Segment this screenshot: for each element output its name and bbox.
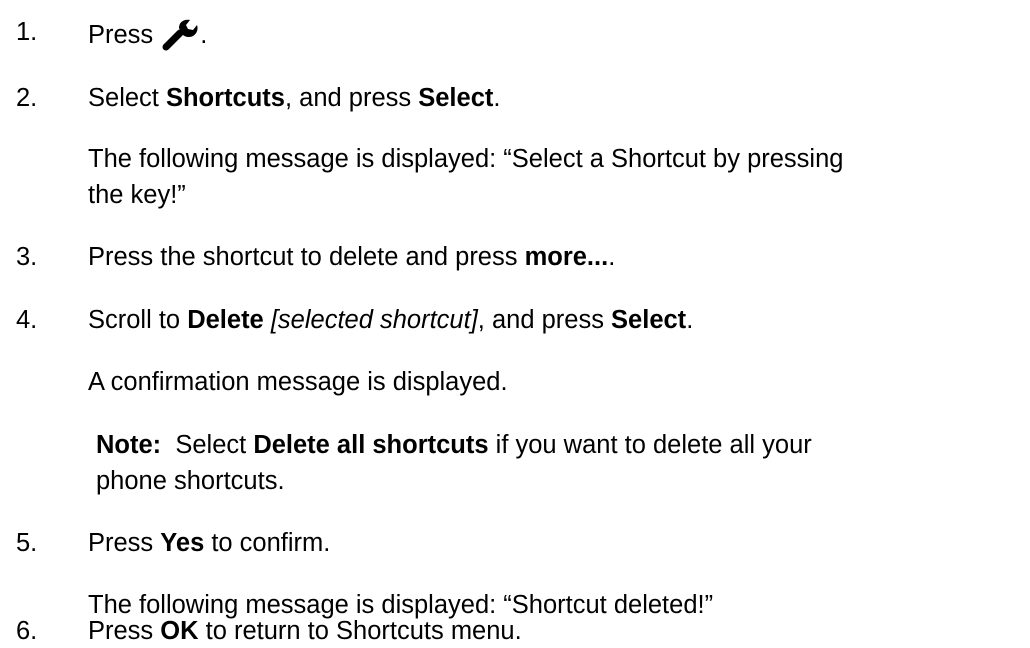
step-text: Press the shortcut to delete and press m… — [88, 243, 616, 271]
wrench-icon — [162, 19, 198, 51]
step-text: Scroll to Delete [selected shortcut], an… — [88, 306, 694, 334]
step-number: 3. — [16, 243, 38, 271]
step-number: 6. — [16, 617, 38, 645]
step-text: Press Yes to confirm. — [88, 529, 331, 557]
step-text: Select Shortcuts, and press Select. — [88, 84, 501, 112]
note-label: Note: — [96, 431, 162, 459]
step-number: 4. — [16, 306, 38, 334]
step-number: 1. — [16, 18, 38, 46]
step-text: Press . — [88, 17, 207, 51]
step-text: Press OK to return to Shortcuts menu. — [88, 617, 522, 645]
step-number: 5. — [16, 529, 38, 557]
step-number: 2. — [16, 84, 38, 112]
